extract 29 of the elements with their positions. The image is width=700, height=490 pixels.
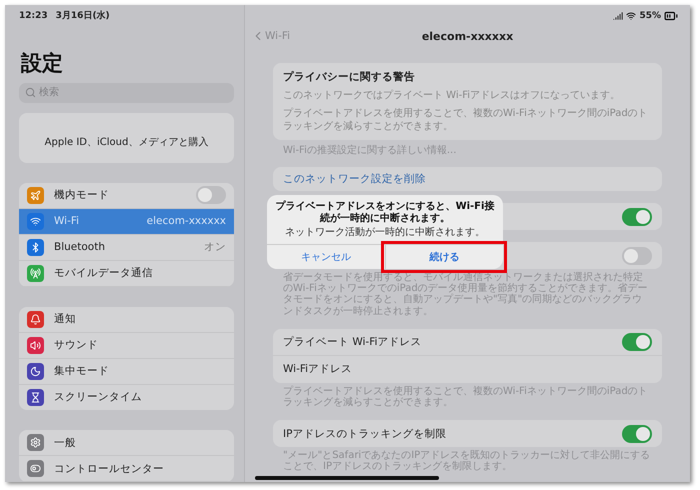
item-label: 集中モード	[54, 364, 110, 378]
item-label: スクリーンタイム	[54, 390, 143, 404]
account-label: Apple ID、iCloud、メディアと購入	[44, 136, 208, 149]
item-value: elecom-xxxxxx	[146, 215, 226, 228]
battery-percent: 55%	[639, 11, 661, 21]
warning-text: このネットワークではプライベート Wi-Fiアドレスはオフになっています。	[283, 89, 622, 102]
item-label: モバイルデータ通信	[54, 266, 154, 280]
network-title: elecom-xxxxxx	[422, 30, 514, 42]
forget-network-label: このネットワーク設定を削除	[283, 172, 426, 186]
alert-title: プライベートアドレスをオンにすると、Wi-Fi接続が一時的に中断されます。	[274, 199, 496, 226]
settings-title: 設定	[21, 50, 64, 77]
item-label: コントロールセンター	[54, 462, 165, 476]
warning-text: プライベートアドレスを使用することで、複数のWi-Fiネットワーク間のiPadのトラッキングを減らすことができます。	[283, 107, 649, 133]
item-label: サウンド	[54, 338, 99, 352]
item-label: Bluetooth	[54, 241, 106, 254]
item-label: Wi-Fi	[54, 215, 80, 228]
warning-title: プライバシーに関する警告	[283, 70, 416, 84]
item-value: オン	[204, 240, 226, 254]
section-footer: "メール"とSafariであなたのIPアドレスを既知のトラッカーに対して非公開にすることで、IPアドレスのトラッキングを制限します。	[273, 447, 662, 472]
item-label: 一般	[54, 436, 77, 450]
status-date: 3月16日(水)	[56, 9, 110, 22]
row-label: IPアドレスのトラッキングを制限	[283, 426, 448, 441]
section-footer: プライベートアドレスを使用することで、複数のWi-Fiネットワーク間のiPadのトラッキングを減らすことができます。	[273, 382, 662, 408]
item-label: 機内モード	[54, 188, 110, 202]
alert-message: ネットワーク活動が一時的に中断されます。	[284, 227, 486, 240]
row-label: プライベート Wi-Fiアドレス	[283, 334, 422, 349]
status-time: 12:23	[19, 10, 48, 21]
row-label: Wi-Fiアドレス	[283, 362, 354, 376]
item-label: 通知	[54, 312, 77, 326]
